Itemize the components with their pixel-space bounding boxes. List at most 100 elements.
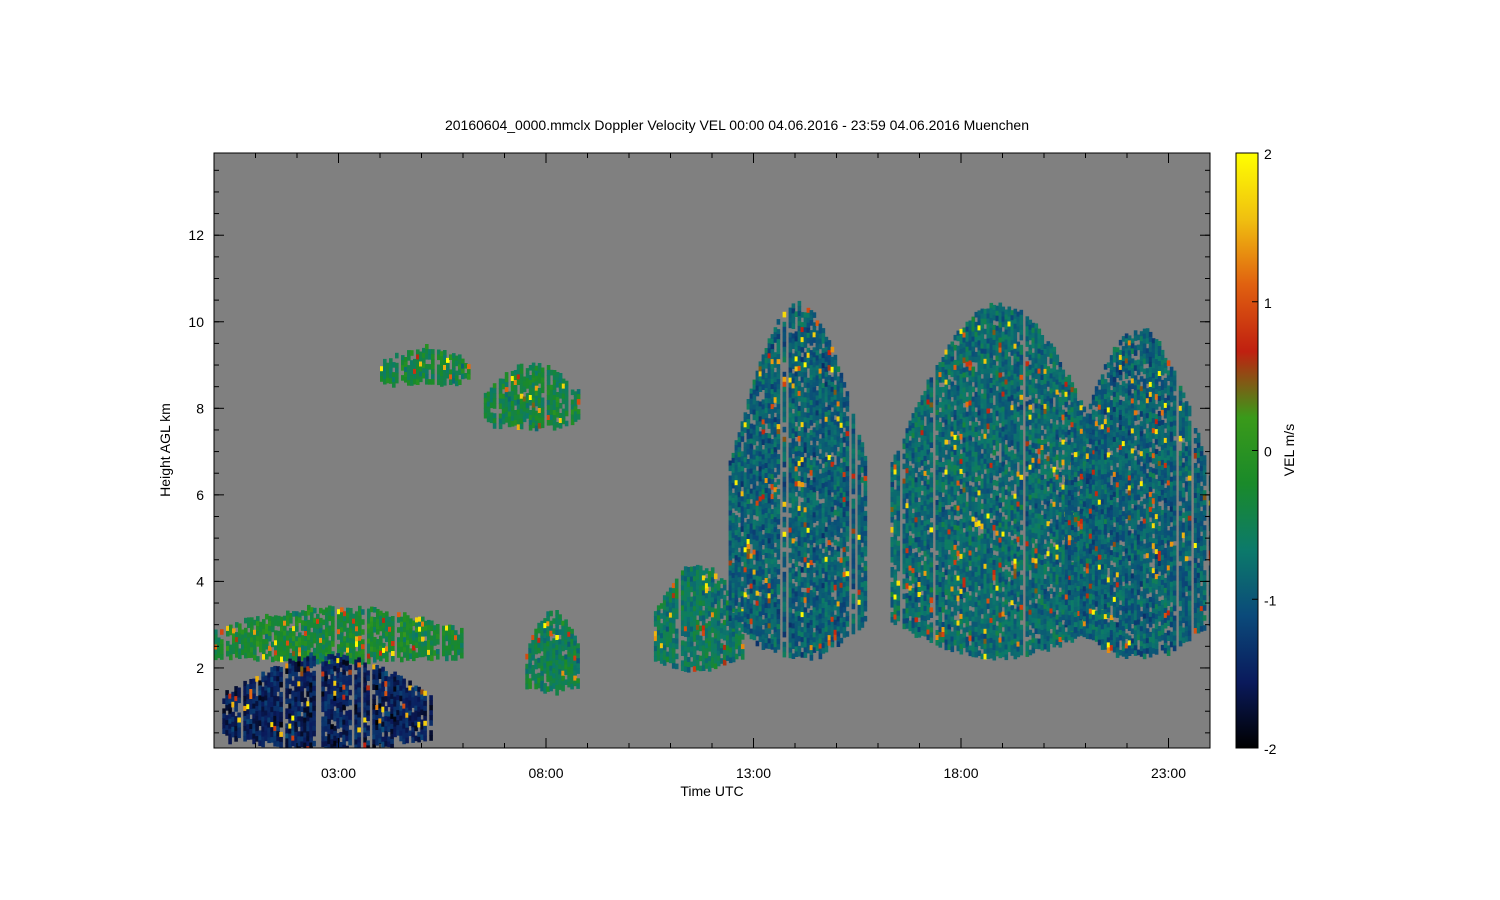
echo-cell: [423, 730, 427, 737]
echo-cell: [845, 506, 850, 512]
echo-cell: [576, 663, 580, 669]
echo-cell: [845, 476, 850, 482]
echo-cell: [896, 615, 901, 622]
echo-cell: [851, 548, 856, 555]
echo-cell: [436, 654, 440, 660]
echo-cell: [896, 520, 901, 527]
echo-cell: [863, 490, 868, 497]
echo-cell: [776, 399, 781, 405]
echo-cell: [237, 712, 241, 719]
echo-cell: [776, 364, 781, 370]
echo-cell: [429, 735, 433, 741]
echo-cell: [312, 655, 316, 662]
echo-cell: [845, 581, 850, 587]
echo-cell: [776, 614, 781, 620]
echo-cell: [357, 717, 361, 723]
echo-cell: [797, 305, 802, 312]
echo-cell: [863, 605, 868, 612]
echo-cell: [425, 344, 429, 350]
echo-cell: [776, 369, 781, 375]
echo-cell: [782, 606, 787, 613]
echo-cell: [357, 742, 361, 748]
echo-cell: [776, 579, 781, 585]
echo-cell: [546, 365, 551, 371]
echo-cell: [851, 473, 856, 480]
echo-cell: [863, 595, 868, 602]
echo-cell: [262, 649, 266, 655]
echo-cell: [564, 400, 569, 407]
echo-cell: [385, 656, 389, 662]
echo-cell: [519, 423, 524, 430]
echo-cell: [863, 580, 868, 587]
echo-cell: [460, 652, 464, 659]
echo-cell: [674, 628, 679, 635]
echo-cell: [357, 697, 361, 703]
echo-cell: [357, 662, 361, 668]
echo-cell: [674, 653, 679, 660]
echo-cell: [863, 565, 868, 572]
echo-cell: [576, 683, 580, 689]
echo-cell: [576, 643, 580, 649]
echo-cell: [776, 384, 781, 390]
echo-cell: [540, 417, 545, 424]
echo-cell: [361, 644, 365, 650]
echo-cell: [492, 418, 497, 424]
echo-cell: [295, 626, 299, 632]
echo-cell: [564, 380, 569, 387]
echo-cell: [851, 483, 856, 490]
echo-cell: [722, 579, 727, 586]
echo-cell: [220, 654, 224, 660]
echo-cell: [431, 379, 435, 385]
echo-cell: [348, 719, 352, 726]
echo-cell: [436, 629, 440, 635]
echo-cell: [366, 725, 370, 731]
echo-cell: [836, 551, 841, 557]
echo-cell: [851, 463, 856, 470]
echo-cell: [279, 711, 283, 718]
echo-cell: [252, 688, 256, 695]
echo-cell: [896, 590, 901, 597]
echo-cell: [782, 441, 787, 448]
echo-cell: [279, 701, 283, 708]
echo-cell: [576, 658, 580, 664]
echo-cell: [429, 720, 433, 726]
echo-cell: [782, 576, 787, 583]
echo-cell: [851, 448, 856, 455]
echo-cell: [467, 374, 471, 380]
echo-cell: [445, 655, 449, 662]
echo-cell: [782, 536, 787, 543]
echo-cell: [782, 631, 787, 638]
echo-cell: [896, 495, 901, 502]
echo-cell: [268, 635, 272, 642]
echo-cell: [851, 498, 856, 505]
echo-cell: [845, 501, 850, 507]
echo-cell: [279, 671, 283, 678]
echo-cell: [896, 595, 901, 602]
echo-cell: [292, 631, 296, 637]
echo-cell: [674, 578, 679, 585]
echo-cell: [845, 526, 850, 532]
echo-cell: [863, 470, 868, 477]
echo-cell: [576, 389, 581, 395]
echo-cell: [845, 461, 850, 467]
echo-cell: [446, 362, 450, 369]
echo-cell: [851, 598, 856, 605]
echo-cell: [851, 593, 856, 600]
echo-cell: [776, 639, 781, 645]
echo-cell: [845, 466, 850, 472]
echo-cell: [776, 419, 781, 425]
echo-cell: [860, 622, 865, 628]
echo-cell: [845, 456, 850, 462]
echo-cell: [348, 699, 352, 706]
echo-cell: [576, 414, 581, 420]
echo-cell: [312, 695, 316, 702]
echo-cell: [776, 499, 781, 505]
echo-cell: [313, 607, 317, 614]
echo-cell: [776, 629, 781, 635]
echo-cell: [776, 404, 781, 410]
echo-cell: [366, 670, 370, 676]
echo-cell: [297, 656, 301, 662]
echo-cell: [737, 442, 742, 448]
echo-cell: [782, 331, 787, 338]
echo-cell: [782, 341, 787, 348]
